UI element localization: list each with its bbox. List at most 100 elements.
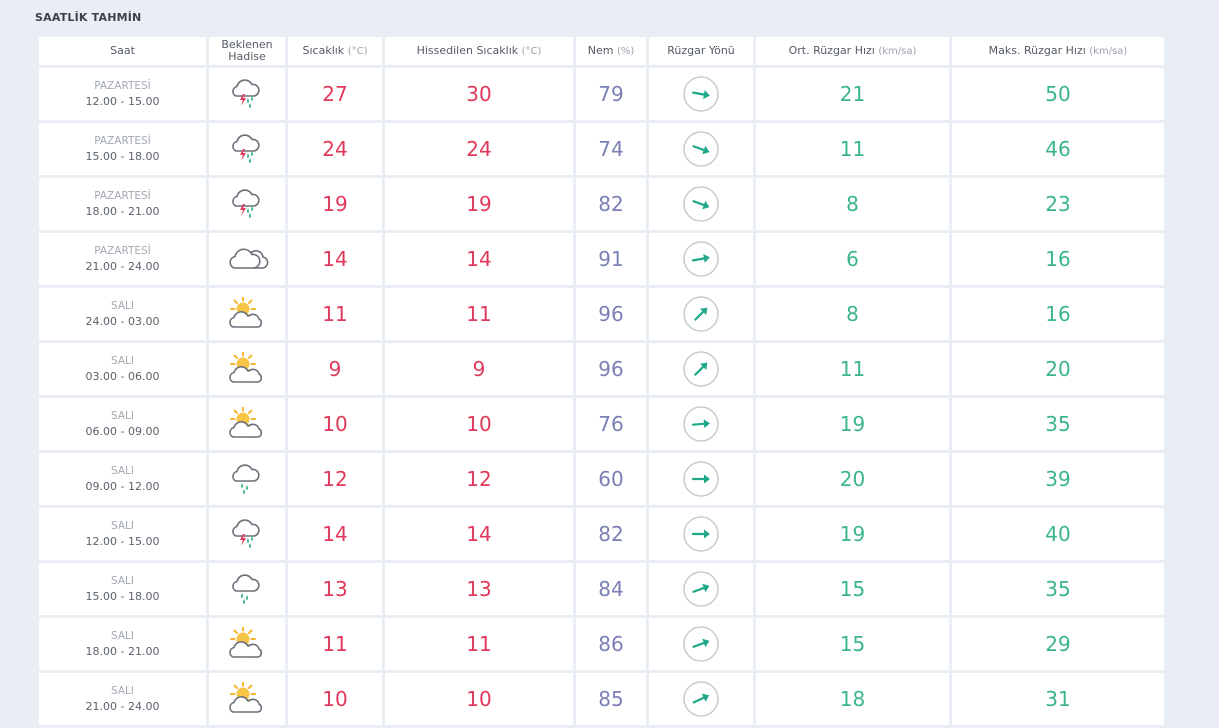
max-wind-speed-value: 40 (952, 508, 1164, 560)
humidity-value: 79 (576, 68, 646, 120)
avg-wind-speed-value: 18 (756, 673, 949, 725)
feels-like-value: 11 (385, 288, 573, 340)
weather-cell (209, 398, 285, 450)
rain-icon (209, 572, 285, 606)
max-wind-speed-value: 23 (952, 178, 1164, 230)
wind-direction-arrow-icon (649, 184, 753, 224)
section-title: SAATLİK TAHMİN (35, 11, 142, 24)
avg-wind-speed-value: 20 (756, 453, 949, 505)
temperature-value: 10 (288, 398, 382, 450)
time-range: 06.00 - 09.00 (85, 425, 160, 438)
hourly-forecast-table: Saat Beklenen Hadise Sıcaklık (°C) Hisse… (36, 34, 1167, 728)
thunderstorm-rain-icon (209, 187, 285, 221)
time-cell: PAZARTESİ 21.00 - 24.00 (39, 233, 206, 285)
wind-direction-arrow-icon (649, 74, 753, 114)
time-range: 15.00 - 18.00 (85, 150, 160, 163)
wind-direction-arrow-icon (649, 349, 753, 389)
avg-wind-speed-value: 11 (756, 343, 949, 395)
wind-direction-cell (649, 563, 753, 615)
wind-direction-cell (649, 233, 753, 285)
time-cell: SALI 15.00 - 18.00 (39, 563, 206, 615)
time-range: 24.00 - 03.00 (85, 315, 160, 328)
col-header-temperature: Sıcaklık (°C) (288, 37, 382, 65)
day-label: SALI (111, 355, 134, 367)
partly-cloudy-icon (209, 297, 285, 331)
avg-wind-speed-value: 15 (756, 618, 949, 670)
time-range: 18.00 - 21.00 (85, 205, 160, 218)
time-range: 12.00 - 15.00 (85, 95, 160, 108)
wind-direction-arrow-icon (649, 459, 753, 499)
wind-direction-cell (649, 453, 753, 505)
table-row: PAZARTESİ 21.00 - 24.00 14 14 91 6 16 (39, 233, 1164, 285)
table-header-row: Saat Beklenen Hadise Sıcaklık (°C) Hisse… (39, 37, 1164, 65)
time-cell: SALI 24.00 - 03.00 (39, 288, 206, 340)
feels-like-value: 24 (385, 123, 573, 175)
feels-like-value: 11 (385, 618, 573, 670)
partly-cloudy-icon (209, 352, 285, 386)
wind-direction-arrow-icon (649, 569, 753, 609)
day-label: PAZARTESİ (94, 80, 151, 92)
humidity-value: 82 (576, 508, 646, 560)
temperature-value: 12 (288, 453, 382, 505)
table-row: SALI 18.00 - 21.00 11 11 86 15 29 (39, 618, 1164, 670)
wind-direction-arrow-icon (649, 404, 753, 444)
col-header-expected-weather: Beklenen Hadise (209, 37, 285, 65)
wind-direction-arrow-icon (649, 514, 753, 554)
humidity-value: 86 (576, 618, 646, 670)
max-wind-speed-value: 35 (952, 398, 1164, 450)
forecast-body: PAZARTESİ 12.00 - 15.00 27 30 79 21 50 P… (39, 68, 1164, 725)
table-row: PAZARTESİ 15.00 - 18.00 24 24 74 11 46 (39, 123, 1164, 175)
avg-wind-speed-value: 15 (756, 563, 949, 615)
humidity-value: 60 (576, 453, 646, 505)
time-range: 09.00 - 12.00 (85, 480, 160, 493)
time-cell: PAZARTESİ 12.00 - 15.00 (39, 68, 206, 120)
temperature-value: 11 (288, 288, 382, 340)
feels-like-value: 30 (385, 68, 573, 120)
weather-cell (209, 453, 285, 505)
wind-direction-arrow-icon (649, 129, 753, 169)
max-wind-speed-value: 39 (952, 453, 1164, 505)
feels-like-value: 10 (385, 673, 573, 725)
temperature-value: 10 (288, 673, 382, 725)
table-row: PAZARTESİ 12.00 - 15.00 27 30 79 21 50 (39, 68, 1164, 120)
thunderstorm-rain-icon (209, 517, 285, 551)
humidity-value: 74 (576, 123, 646, 175)
table-row: SALI 06.00 - 09.00 10 10 76 19 35 (39, 398, 1164, 450)
time-cell: PAZARTESİ 18.00 - 21.00 (39, 178, 206, 230)
avg-wind-speed-value: 8 (756, 178, 949, 230)
temperature-value: 9 (288, 343, 382, 395)
day-label: PAZARTESİ (94, 135, 151, 147)
weather-cell (209, 563, 285, 615)
humidity-value: 96 (576, 288, 646, 340)
humidity-value: 85 (576, 673, 646, 725)
time-cell: PAZARTESİ 15.00 - 18.00 (39, 123, 206, 175)
temperature-value: 24 (288, 123, 382, 175)
wind-direction-cell (649, 398, 753, 450)
weather-cell (209, 288, 285, 340)
time-cell: SALI 09.00 - 12.00 (39, 453, 206, 505)
avg-wind-speed-value: 11 (756, 123, 949, 175)
feels-like-value: 13 (385, 563, 573, 615)
time-range: 12.00 - 15.00 (85, 535, 160, 548)
partly-cloudy-icon (209, 682, 285, 716)
time-cell: SALI 21.00 - 24.00 (39, 673, 206, 725)
time-range: 15.00 - 18.00 (85, 590, 160, 603)
wind-direction-cell (649, 123, 753, 175)
feels-like-value: 9 (385, 343, 573, 395)
day-label: SALI (111, 300, 134, 312)
wind-direction-cell (649, 673, 753, 725)
wind-direction-arrow-icon (649, 679, 753, 719)
day-label: PAZARTESİ (94, 245, 151, 257)
weather-cell (209, 618, 285, 670)
day-label: SALI (111, 520, 134, 532)
time-cell: SALI 06.00 - 09.00 (39, 398, 206, 450)
avg-wind-speed-value: 19 (756, 398, 949, 450)
col-header-avg-wind-speed: Ort. Rüzgar Hızı (km/sa) (756, 37, 949, 65)
max-wind-speed-value: 46 (952, 123, 1164, 175)
time-range: 03.00 - 06.00 (85, 370, 160, 383)
max-wind-speed-value: 50 (952, 68, 1164, 120)
humidity-value: 84 (576, 563, 646, 615)
day-label: SALI (111, 630, 134, 642)
temperature-value: 27 (288, 68, 382, 120)
humidity-value: 76 (576, 398, 646, 450)
